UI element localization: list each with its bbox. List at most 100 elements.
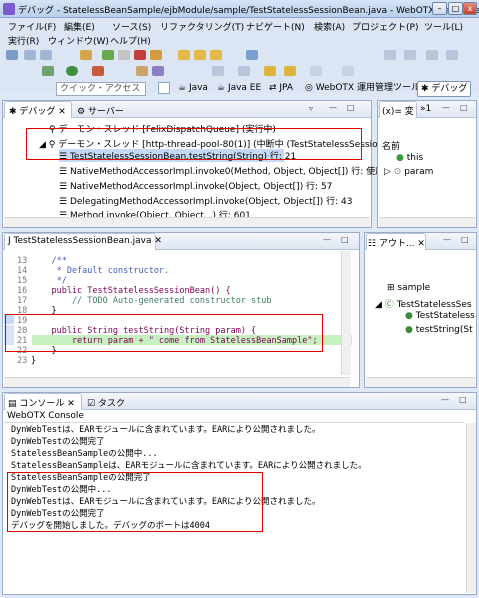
- maximize-view-icon[interactable]: □: [460, 103, 468, 112]
- tab-servers-label: サーバー: [87, 107, 124, 117]
- close-button[interactable]: x: [463, 2, 477, 15]
- tab-variables-label: 変: [404, 107, 414, 117]
- tab-variables[interactable]: (x)= 変: [382, 104, 414, 117]
- terminate-icon[interactable]: [134, 50, 146, 60]
- tab-console[interactable]: ▤ コンソール ✕: [8, 396, 75, 409]
- code-line[interactable]: */: [31, 276, 67, 286]
- tab-outline-label: アウト...: [378, 239, 415, 249]
- editor-tab[interactable]: J TestStatelessSessionBean.java ✕: [8, 236, 162, 246]
- external-tools-icon[interactable]: [92, 66, 104, 76]
- toolbar-extra-icon-1[interactable]: [384, 50, 396, 60]
- prev-annotation-icon[interactable]: [238, 66, 250, 76]
- quick-access-input[interactable]: クイック・アクセス: [56, 82, 146, 96]
- disconnect-icon[interactable]: [150, 50, 162, 60]
- editor-vertical-scrollbar[interactable]: [341, 251, 351, 375]
- toolbar-extra-icon-4[interactable]: [446, 50, 458, 60]
- perspective-javaee[interactable]: ☕ Java EE: [214, 81, 264, 97]
- maximize-view-icon[interactable]: □: [461, 235, 469, 244]
- variables-view: (x)= 変 »1 — □ 名前 ● this ▷ ⊙ param: [377, 100, 477, 228]
- open-type-icon[interactable]: [136, 66, 148, 76]
- next-annotation-icon[interactable]: [212, 66, 224, 76]
- variables-horizontal-scrollbar[interactable]: [379, 217, 475, 227]
- print-icon[interactable]: [40, 50, 52, 60]
- app-icon: [3, 3, 15, 15]
- code-line[interactable]: public TestStatelessSessionBean() {: [31, 286, 230, 296]
- save-icon[interactable]: [24, 50, 36, 60]
- outline-item[interactable]: ● testString(St: [405, 325, 473, 335]
- outline-item[interactable]: ⊞ sample: [387, 283, 430, 293]
- pin-editor-icon[interactable]: [342, 66, 354, 76]
- outline-item[interactable]: ◢ Ⓒ TestStatelessSes: [375, 297, 472, 310]
- maximize-view-icon[interactable]: □: [347, 103, 355, 112]
- code-line[interactable]: }: [31, 356, 36, 366]
- console-vertical-scrollbar[interactable]: [466, 423, 476, 593]
- use-step-filters-icon[interactable]: [246, 50, 258, 60]
- constructor-icon: ●: [405, 311, 413, 321]
- tab-breakpoints[interactable]: »1: [420, 104, 431, 114]
- minimize-view-icon[interactable]: —: [329, 103, 337, 112]
- perspective-jpa-label: JPA: [279, 83, 294, 93]
- minimize-view-icon[interactable]: —: [441, 395, 449, 404]
- code-line[interactable]: /**: [31, 256, 66, 266]
- tab-tasks-label: タスク: [97, 399, 125, 409]
- minimize-view-icon[interactable]: —: [442, 103, 450, 112]
- outline-tabbar: ☷ アウト... ✕ — □: [365, 233, 476, 250]
- view-menu-icon[interactable]: ▿: [309, 104, 313, 113]
- maximize-view-icon[interactable]: □: [459, 395, 467, 404]
- tab-servers[interactable]: ⚙ サーバー: [77, 104, 124, 117]
- perspective-debug[interactable]: ✱ デバッグ: [417, 81, 472, 97]
- local-variable-icon: ⊙: [393, 167, 402, 177]
- perspective-jpa[interactable]: ⇄ JPA: [266, 81, 296, 97]
- code-line[interactable]: // TODO Auto-generated constructor stub: [31, 296, 272, 306]
- menu-bar-2: 実行(R) ウィンドウ(W) ヘルプ(H): [0, 32, 479, 47]
- variable-this[interactable]: ● this: [396, 153, 423, 163]
- suspend-icon[interactable]: [118, 50, 130, 60]
- maximize-view-icon[interactable]: □: [341, 235, 349, 244]
- open-task-icon[interactable]: [152, 66, 164, 76]
- perspective-java[interactable]: ☕ Java: [175, 81, 211, 97]
- stack-frame-label-2: NativeMethodAccessorImpl.invoke(Object, …: [69, 182, 333, 192]
- tab-tasks[interactable]: ☑ タスク: [87, 396, 125, 409]
- perspective-webotx[interactable]: ◎ WebOTX 運用管理ツール: [302, 81, 423, 97]
- forward-icon[interactable]: [310, 66, 322, 76]
- debug-icon[interactable]: [42, 66, 54, 76]
- minimize-view-icon[interactable]: —: [323, 235, 331, 244]
- line-number: 15: [17, 276, 28, 286]
- line-number: 16: [17, 286, 28, 296]
- debug-horizontal-scrollbar[interactable]: [4, 217, 370, 227]
- outline-item[interactable]: ● TestStateless: [405, 311, 475, 321]
- variables-tabbar: (x)= 変 »1 — □: [378, 101, 476, 118]
- outline-horizontal-scrollbar[interactable]: [366, 377, 475, 387]
- skip-breakpoints-icon[interactable]: [80, 50, 92, 60]
- step-over-icon[interactable]: [194, 50, 206, 60]
- console-line: StatelessBeanSampleは、EARモジュールに含まれています。EA…: [11, 461, 367, 471]
- run-icon[interactable]: [66, 66, 78, 76]
- tab-console-label: コンソール: [19, 399, 65, 409]
- step-return-icon[interactable]: [210, 50, 222, 60]
- tab-breakpoints-label: 1: [425, 104, 432, 114]
- step-into-icon[interactable]: [178, 50, 190, 60]
- editor-tabbar: J TestStatelessSessionBean.java ✕ — □: [3, 233, 359, 250]
- method-icon: ●: [405, 325, 413, 335]
- minimize-view-icon[interactable]: —: [443, 235, 451, 244]
- variable-param[interactable]: ▷ ⊙ param: [384, 167, 433, 177]
- console-header: WebOTX Console: [7, 411, 84, 421]
- toolbar-extra-icon-2[interactable]: [404, 50, 416, 60]
- minimize-button[interactable]: –: [432, 2, 447, 15]
- console-view: ▤ コンソール ✕ ☑ タスク — □ WebOTX Console DynWe…: [2, 392, 477, 595]
- back-icon[interactable]: [284, 66, 296, 76]
- resume-icon[interactable]: [102, 50, 114, 60]
- stack-frame[interactable]: ☰ DelegatingMethodAccessorImpl.invoke(Ob…: [59, 194, 352, 207]
- tab-debug[interactable]: ✱ デバッグ ✕: [9, 104, 66, 117]
- new-icon[interactable]: [6, 50, 18, 60]
- last-edit-location-icon[interactable]: [264, 66, 276, 76]
- code-line[interactable]: * Default constructor.: [31, 266, 170, 276]
- open-perspective-icon[interactable]: [158, 82, 170, 94]
- tab-outline[interactable]: ☷ アウト... ✕: [368, 236, 425, 249]
- maximize-button[interactable]: □: [448, 2, 463, 15]
- editor-horizontal-scrollbar[interactable]: [4, 377, 350, 387]
- stack-frame[interactable]: ☰ NativeMethodAccessorImpl.invoke(Object…: [59, 179, 332, 192]
- stack-frame[interactable]: ☰ NativeMethodAccessorImpl.invoke0(Metho…: [59, 164, 393, 177]
- highlight-box-code: [5, 314, 323, 352]
- toolbar-extra-icon-3[interactable]: [426, 50, 438, 60]
